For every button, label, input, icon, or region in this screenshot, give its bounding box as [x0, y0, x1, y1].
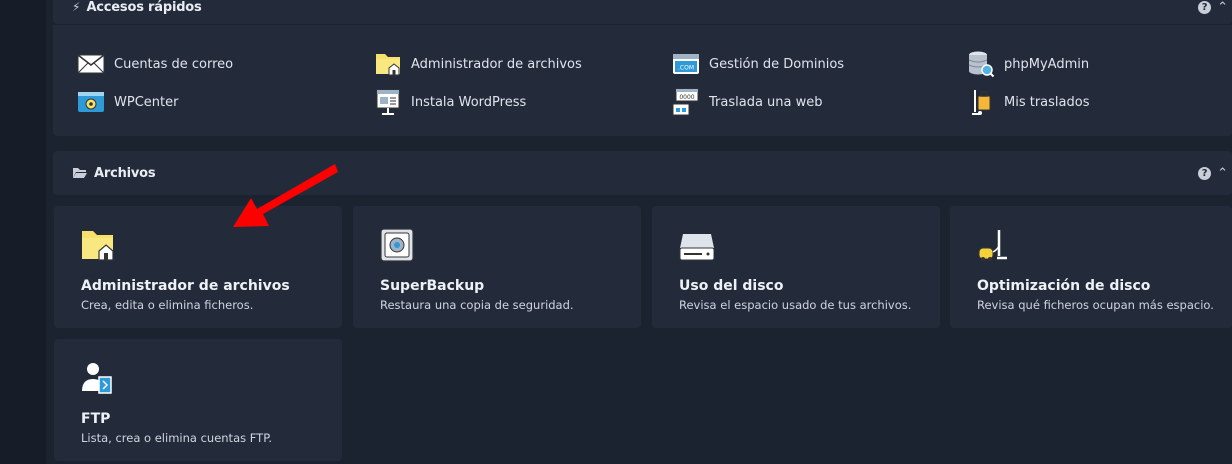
card-title: SuperBackup	[380, 278, 485, 294]
card-title: Administrador de archivos	[81, 278, 290, 294]
svg-text:.COM: .COM	[678, 65, 694, 72]
luggage-icon	[967, 90, 995, 115]
install-wordpress-icon	[374, 89, 402, 115]
chevron-up-icon[interactable]: ⌃	[1217, 166, 1228, 181]
card-disk-usage[interactable]: Uso del disco Revisa el espacio usado de…	[652, 206, 940, 328]
mail-icon	[77, 52, 105, 76]
quick-item-my-transfers[interactable]: Mis traslados	[967, 90, 1090, 115]
folder-home-icon	[81, 228, 117, 262]
quick-item-label: WPCenter	[114, 94, 179, 110]
card-title: FTP	[81, 411, 111, 427]
quick-item-label: Gestión de Dominios	[709, 56, 845, 72]
card-description: Revisa el espacio usado de tus archivos.	[679, 298, 912, 312]
files-section-header[interactable]: Archivos ? ⌃	[53, 151, 1232, 195]
quick-item-label: Traslada una web	[709, 94, 823, 110]
card-disk-optimization[interactable]: Optimización de disco Revisa qué fichero…	[950, 206, 1232, 328]
quick-item-wpcenter[interactable]: WPCenter	[77, 90, 178, 114]
migrate-web-icon: 0000	[672, 88, 700, 116]
database-icon	[967, 51, 995, 78]
wpcenter-icon	[77, 90, 105, 114]
card-description: Crea, edita o elimina ficheros.	[81, 298, 254, 312]
card-title: Optimización de disco	[977, 278, 1151, 294]
card-title: Uso del disco	[679, 278, 784, 294]
help-icon[interactable]: ?	[1198, 166, 1212, 180]
quick-item-label: phpMyAdmin	[1004, 56, 1090, 72]
quick-item-label: Cuentas de correo	[114, 56, 234, 72]
quick-item-domains[interactable]: .COM Gestión de Dominios	[672, 52, 844, 76]
card-file-manager[interactable]: Administrador de archivos Crea, edita o …	[54, 206, 342, 328]
quick-item-phpmyadmin[interactable]: phpMyAdmin	[967, 51, 1090, 78]
quick-item-label: Mis traslados	[1004, 94, 1090, 110]
quick-item-file-manager[interactable]: Administrador de archivos	[374, 52, 582, 76]
quick-item-install-wordpress[interactable]: Instala WordPress	[374, 89, 527, 115]
quick-item-migrate-web[interactable]: 0000 Traslada una web	[672, 88, 823, 116]
ftp-user-icon	[81, 361, 117, 395]
domain-com-icon: .COM	[672, 52, 700, 76]
quick-access-title: Accesos rápidos	[86, 0, 202, 15]
quick-access-panel: Cuentas de correo Administrador de archi…	[53, 25, 1232, 136]
svg-text:0000: 0000	[679, 94, 694, 101]
quick-access-header[interactable]: ⚡ Accesos rápidos ? ⌃	[53, 0, 1232, 24]
bolt-icon: ⚡	[72, 0, 81, 14]
left-sidebar	[0, 0, 46, 464]
card-description: Lista, crea o elimina cuentas FTP.	[81, 431, 272, 445]
folder-home-icon	[374, 52, 402, 76]
quick-item-email[interactable]: Cuentas de correo	[77, 52, 233, 76]
files-section-title: Archivos	[94, 165, 156, 181]
safe-icon	[380, 228, 416, 262]
hard-drive-icon	[679, 228, 715, 262]
quick-item-label: Administrador de archivos	[411, 56, 582, 72]
card-superbackup[interactable]: SuperBackup Restaura una copia de seguri…	[353, 206, 641, 328]
chevron-up-icon[interactable]: ⌃	[1217, 0, 1228, 15]
vacuum-cleaner-icon	[977, 228, 1013, 262]
card-description: Restaura una copia de seguridad.	[380, 298, 574, 312]
help-icon[interactable]: ?	[1198, 0, 1212, 14]
folder-open-icon	[72, 164, 88, 183]
quick-item-label: Instala WordPress	[411, 94, 527, 110]
card-description: Revisa qué ficheros ocupan más espacio.	[977, 298, 1214, 312]
card-ftp[interactable]: FTP Lista, crea o elimina cuentas FTP.	[54, 339, 342, 461]
